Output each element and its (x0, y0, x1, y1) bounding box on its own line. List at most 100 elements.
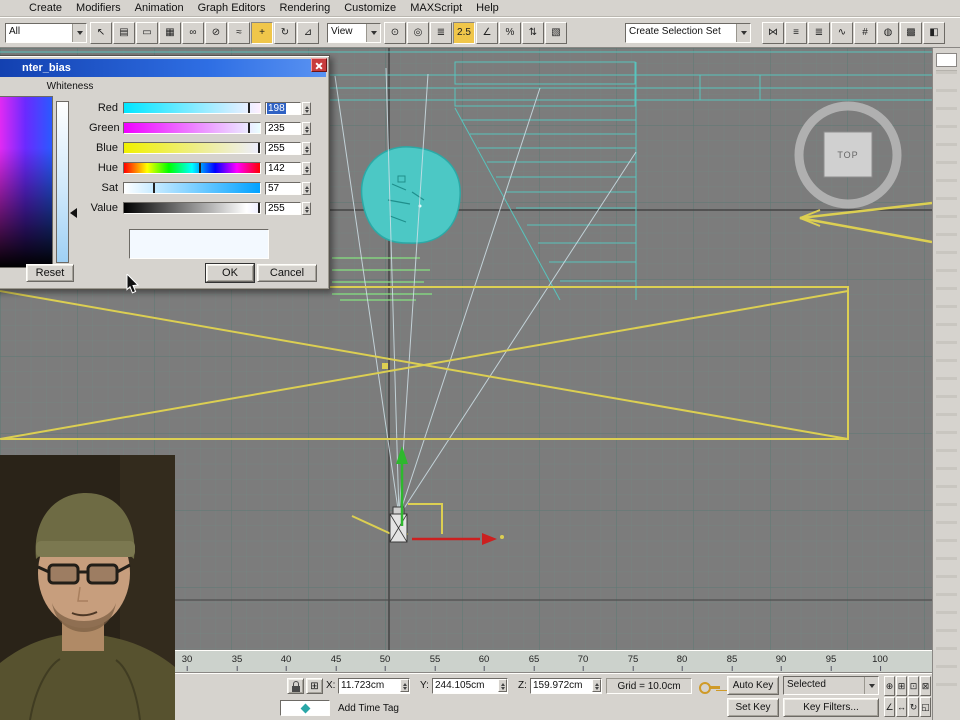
render-last-icon[interactable]: ◧ (923, 21, 945, 44)
named-selection-set-combo[interactable]: Create Selection Set (625, 22, 751, 43)
channel-slider-handle[interactable] (199, 163, 202, 173)
edit-named-selection-sets-icon[interactable]: ▧ (545, 21, 567, 44)
channel-value-field[interactable]: 57 (265, 181, 301, 195)
key-mode-dropdown[interactable]: Selected (783, 676, 879, 695)
curve-editor-icon[interactable]: ∿ (831, 21, 853, 44)
camera-object[interactable] (389, 506, 408, 543)
menu-item[interactable]: Rendering (272, 2, 337, 14)
menu-item[interactable]: MAXScript (403, 2, 469, 14)
arc-rotate-icon[interactable]: ↻ (908, 697, 919, 717)
absolute-offset-mode-icon[interactable]: ⊞ (306, 678, 323, 694)
spinner-arrows-icon[interactable] (302, 161, 311, 175)
channel-value-field[interactable]: 235 (265, 121, 301, 135)
crossing-selection-icon[interactable]: ▦ (159, 21, 181, 44)
channel-slider-handle[interactable] (257, 143, 260, 153)
spinner-arrows-icon[interactable] (400, 679, 409, 692)
use-pivot-center-icon[interactable]: ⊙ (384, 21, 406, 44)
keyboard-shortcut-override-icon[interactable]: ≣ (430, 21, 452, 44)
command-panel[interactable] (932, 48, 960, 720)
select-and-scale-icon[interactable]: ⊿ (297, 21, 319, 44)
channel-slider[interactable] (123, 142, 261, 154)
channel-value-field[interactable]: 198 (265, 101, 301, 115)
ok-button[interactable]: OK (205, 263, 255, 283)
menu-item[interactable]: Animation (128, 2, 191, 14)
key-filters-button[interactable]: Key Filters... (783, 698, 879, 717)
command-panel-field[interactable] (936, 53, 957, 67)
z-coordinate-field[interactable]: 159.972cm (530, 678, 602, 694)
chevron-down-icon[interactable] (736, 23, 750, 42)
selection-lock-icon[interactable] (287, 678, 304, 694)
channel-value-field[interactable]: 255 (265, 201, 301, 215)
spinner-arrows-icon[interactable] (592, 679, 601, 692)
channel-slider[interactable] (123, 102, 261, 114)
menu-item[interactable]: Help (469, 2, 506, 14)
whiteness-slider-handle[interactable] (70, 208, 77, 218)
zoom-icon[interactable]: ⊕ (884, 676, 895, 696)
chevron-down-icon[interactable] (366, 23, 380, 42)
chevron-down-icon[interactable] (72, 23, 86, 42)
dialog-title-bar[interactable]: nter_bias (0, 59, 326, 77)
selected-object-blob[interactable] (360, 146, 461, 244)
chevron-down-icon[interactable] (864, 677, 878, 694)
select-and-manipulate-icon[interactable]: ◎ (407, 21, 429, 44)
hue-saturation-palette[interactable] (0, 96, 53, 268)
select-object-icon[interactable]: ↖ (90, 21, 112, 44)
channel-slider[interactable] (123, 162, 261, 174)
channel-value-field[interactable]: 142 (265, 161, 301, 175)
command-panel-rollouts[interactable] (936, 70, 957, 690)
snaps-toggle-icon[interactable]: 2.5 (453, 21, 475, 44)
layer-manager-icon[interactable]: ≣ (808, 21, 830, 44)
menu-item[interactable]: Customize (337, 2, 403, 14)
percent-snap-icon[interactable]: % (499, 21, 521, 44)
y-coordinate-field[interactable]: 244.105cm (432, 678, 508, 694)
channel-slider-handle[interactable] (248, 103, 251, 113)
add-time-tag-label[interactable]: Add Time Tag (338, 703, 399, 714)
select-by-name-icon[interactable]: ▤ (113, 21, 135, 44)
select-and-rotate-icon[interactable]: ↻ (274, 21, 296, 44)
angle-snap-icon[interactable]: ∠ (476, 21, 498, 44)
channel-slider-handle[interactable] (257, 203, 260, 213)
maximize-viewport-icon[interactable]: ◱ (920, 697, 931, 717)
time-tag-field[interactable] (280, 700, 330, 716)
spinner-arrows-icon[interactable] (302, 121, 311, 135)
menu-item[interactable]: Modifiers (69, 2, 128, 14)
menu-item[interactable]: Create (22, 2, 69, 14)
spinner-arrows-icon[interactable] (302, 201, 311, 215)
whiteness-slider[interactable] (56, 101, 69, 263)
zoom-extents-all-icon[interactable]: ⊠ (920, 676, 931, 696)
x-coordinate-field[interactable]: 11.723cm (338, 678, 410, 694)
zoom-extents-icon[interactable]: ⊡ (908, 676, 919, 696)
align-icon[interactable]: ≡ (785, 21, 807, 44)
channel-slider[interactable] (123, 202, 261, 214)
reference-coordinate-dropdown[interactable]: View (327, 22, 381, 43)
render-setup-icon[interactable]: ▩ (900, 21, 922, 44)
spinner-arrows-icon[interactable] (302, 181, 311, 195)
rectangular-selection-icon[interactable]: ▭ (136, 21, 158, 44)
menu-item[interactable]: Graph Editors (191, 2, 273, 14)
mirror-icon[interactable]: ⋈ (762, 21, 784, 44)
auto-key-button[interactable]: Auto Key (727, 676, 779, 695)
close-icon[interactable] (311, 58, 327, 72)
bind-to-spacewarp-icon[interactable]: ≈ (228, 21, 250, 44)
schematic-view-icon[interactable]: # (854, 21, 876, 44)
material-editor-icon[interactable]: ◍ (877, 21, 899, 44)
channel-slider-handle[interactable] (248, 123, 251, 133)
channel-value-field[interactable]: 255 (265, 141, 301, 155)
set-key-icon[interactable] (699, 682, 721, 694)
select-and-move-icon[interactable]: + (251, 21, 273, 44)
channel-slider[interactable] (123, 182, 261, 194)
selection-filter-dropdown[interactable]: All (5, 22, 87, 43)
channel-slider-handle[interactable] (152, 183, 155, 193)
spinner-arrows-icon[interactable] (302, 141, 311, 155)
zoom-all-icon[interactable]: ⊞ (896, 676, 907, 696)
pan-icon[interactable]: ↔ (896, 697, 907, 717)
spinner-arrows-icon[interactable] (302, 101, 311, 115)
cancel-button[interactable]: Cancel (257, 264, 317, 282)
channel-slider[interactable] (123, 122, 261, 134)
reset-button[interactable]: Reset (26, 264, 74, 282)
field-of-view-icon[interactable]: ∠ (884, 697, 895, 717)
select-and-link-icon[interactable]: ∞ (182, 21, 204, 44)
spinner-snap-icon[interactable]: ⇅ (522, 21, 544, 44)
unlink-selection-icon[interactable]: ⊘ (205, 21, 227, 44)
set-key-button[interactable]: Set Key (727, 698, 779, 717)
